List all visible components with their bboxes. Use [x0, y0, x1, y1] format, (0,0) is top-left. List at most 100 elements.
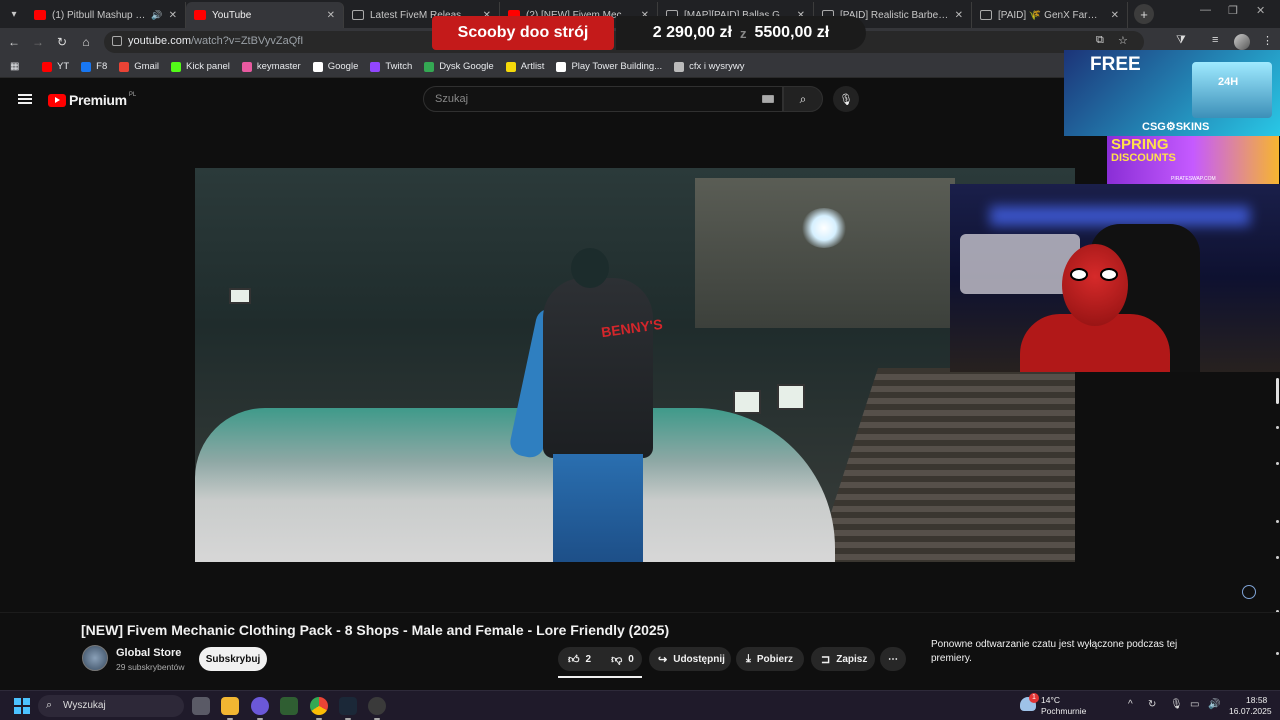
bookmark-label: Artlist — [520, 61, 545, 72]
weather-description[interactable]: Pochmurnie — [1041, 706, 1086, 716]
install-app-icon[interactable]: ⧉ — [1096, 34, 1104, 47]
weather-temperature[interactable]: 14°C — [1041, 695, 1060, 705]
windows-start-icon[interactable] — [14, 698, 30, 714]
site-info-icon[interactable] — [112, 36, 122, 46]
discord-icon[interactable] — [251, 697, 269, 715]
home-icon[interactable]: ⌂ — [78, 34, 94, 50]
bookmark-twitch[interactable]: Twitch — [370, 61, 412, 72]
close-tab-icon[interactable]: ✕ — [327, 10, 335, 21]
extensions-icon[interactable]: ⧩ — [1176, 34, 1186, 47]
scroll-marker — [1276, 426, 1279, 429]
steam-icon[interactable] — [339, 697, 357, 715]
close-window-icon[interactable]: ✕ — [1256, 4, 1265, 17]
scrollbar-thumb[interactable] — [1276, 378, 1279, 404]
youtube-icon — [34, 10, 46, 20]
bookmark-star-icon[interactable]: ☆ — [1118, 34, 1128, 47]
taskbar-search[interactable]: ⌕ Wyszukaj — [38, 695, 184, 717]
network-icon[interactable]: ▭ — [1190, 699, 1199, 710]
close-tab-icon[interactable]: ✕ — [169, 10, 177, 21]
close-tab-icon[interactable]: ✕ — [955, 10, 963, 21]
bookmark-dysk-google[interactable]: Dysk Google — [424, 61, 494, 72]
excel-icon[interactable] — [280, 697, 298, 715]
close-tab-icon[interactable]: ✕ — [1111, 10, 1119, 21]
case-icon — [1192, 62, 1272, 118]
volume-icon[interactable]: 🔊 — [1208, 699, 1220, 710]
mask-eye — [1070, 268, 1088, 281]
share-icon: ↪ — [658, 653, 668, 666]
stream-goal-progress: 2 290,00 zł z 5500,00 zł — [616, 16, 866, 50]
logo-country: PL — [128, 92, 137, 98]
ad-site: PIRATESWAP.COM — [1171, 176, 1216, 182]
share-button[interactable]: ↪ Udostępnij — [649, 647, 731, 671]
divider — [0, 612, 1280, 613]
search-button[interactable]: ⌕ — [783, 86, 823, 112]
bookmark-gmail[interactable]: Gmail — [119, 61, 159, 72]
forward-icon[interactable]: → — [30, 34, 46, 50]
bookmark-artlist[interactable]: Artlist — [505, 61, 545, 72]
clock-time[interactable]: 18:58 — [1246, 695, 1267, 705]
keyboard-icon[interactable] — [762, 95, 774, 103]
save-button[interactable]: ⊐ Zapisz — [811, 647, 875, 671]
back-icon[interactable]: ← — [6, 34, 22, 50]
tab-genx-farming[interactable]: [PAID] 🌾 GenX Farming – Light ✕ — [972, 2, 1128, 28]
task-view-icon[interactable] — [192, 697, 210, 715]
like-button[interactable]: 👍︎ 2 — [558, 647, 601, 671]
microphone-icon: 🎙 — [839, 93, 853, 106]
file-explorer-icon[interactable] — [221, 697, 239, 715]
goal-current: 2 290,00 zł — [652, 24, 732, 41]
download-button[interactable]: ⤓ Pobierz — [736, 647, 804, 671]
tab-pitbull-mashup[interactable]: (1) Pitbull Mashup - YouTube 🔊 ✕ — [26, 2, 186, 28]
minimize-icon[interactable]: — — [1200, 4, 1211, 16]
bookmark-google[interactable]: Google — [312, 61, 358, 72]
subscribe-button[interactable]: Subskrybuj — [199, 647, 267, 671]
chevron-up-icon[interactable]: ^ — [1128, 699, 1133, 710]
pirateswap-ad[interactable]: SPRING DISCOUNTS PIRATESWAP.COM — [1107, 136, 1279, 184]
bookmark-keymaster[interactable]: keymaster — [241, 61, 301, 72]
weather-badge: 1 — [1029, 693, 1039, 703]
mask-eye — [1100, 268, 1118, 281]
bookmark-label: keymaster — [256, 61, 301, 72]
video-player[interactable]: BENNY'S — [195, 168, 1075, 562]
bookmark-play-tower[interactable]: Play Tower Building... — [556, 61, 662, 72]
screen: ▾ (1) Pitbull Mashup - YouTube 🔊 ✕ YouTu… — [0, 0, 1280, 720]
more-actions-button[interactable]: ⋯ — [880, 647, 906, 671]
url-host: youtube.com — [128, 35, 191, 47]
reload-icon[interactable]: ↻ — [54, 34, 70, 50]
bookmark-cfx[interactable]: cfx i wysrywy — [674, 61, 745, 72]
menu-dots-icon[interactable]: ⋮ — [1262, 34, 1273, 47]
tab-youtube[interactable]: YouTube ✕ — [186, 2, 344, 28]
channel-avatar[interactable] — [82, 645, 108, 671]
media-controls-icon[interactable]: ≡ — [1212, 34, 1218, 46]
channel-name[interactable]: Global Store — [116, 647, 181, 659]
bookmark-favicon-icon — [42, 61, 52, 72]
search-input[interactable]: Szukaj — [423, 86, 783, 112]
youtube-premium-logo[interactable]: Premium PL — [48, 92, 136, 108]
bookmark-favicon-icon — [81, 61, 92, 72]
sync-icon[interactable]: ↻ — [1148, 699, 1156, 710]
apps-grid-icon[interactable]: ▦ — [10, 61, 24, 72]
bookmark-kick-panel[interactable]: Kick panel — [171, 61, 230, 72]
dislike-button[interactable]: 👎︎ 0 — [601, 647, 644, 671]
streamer-webcam — [950, 184, 1280, 372]
page-icon — [980, 10, 992, 20]
tab-search-button[interactable]: ▾ — [2, 2, 26, 26]
chrome-icon[interactable] — [310, 697, 328, 715]
voice-search-button[interactable]: 🎙 — [833, 86, 859, 112]
menu-hamburger-icon[interactable] — [18, 94, 32, 104]
speaker-icon[interactable]: 🔊 — [151, 10, 162, 21]
bookmark-label: F8 — [96, 61, 108, 72]
like-dislike-group: 👍︎ 2 👎︎ 0 — [558, 647, 642, 671]
obs-icon[interactable] — [368, 697, 386, 715]
restore-icon[interactable]: ❐ — [1228, 4, 1238, 17]
bookmark-yt[interactable]: YT — [42, 61, 69, 72]
csgoskins-ad[interactable]: FREE CSG⚙SKINS — [1064, 50, 1280, 136]
new-tab-button[interactable]: + — [1134, 4, 1154, 24]
bookmark-f8[interactable]: F8 — [81, 61, 107, 72]
url-text: youtube.com/watch?v=ZtBVyvZaQfI — [128, 35, 303, 47]
search-icon: ⌕ — [799, 91, 807, 106]
ad-brand: CSG⚙SKINS — [1142, 121, 1210, 133]
profile-avatar[interactable] — [1234, 34, 1250, 50]
globe-icon[interactable] — [1242, 585, 1256, 599]
clock-date[interactable]: 16.07.2025 — [1229, 706, 1272, 716]
microphone-icon[interactable]: 🎙 — [1170, 699, 1183, 710]
